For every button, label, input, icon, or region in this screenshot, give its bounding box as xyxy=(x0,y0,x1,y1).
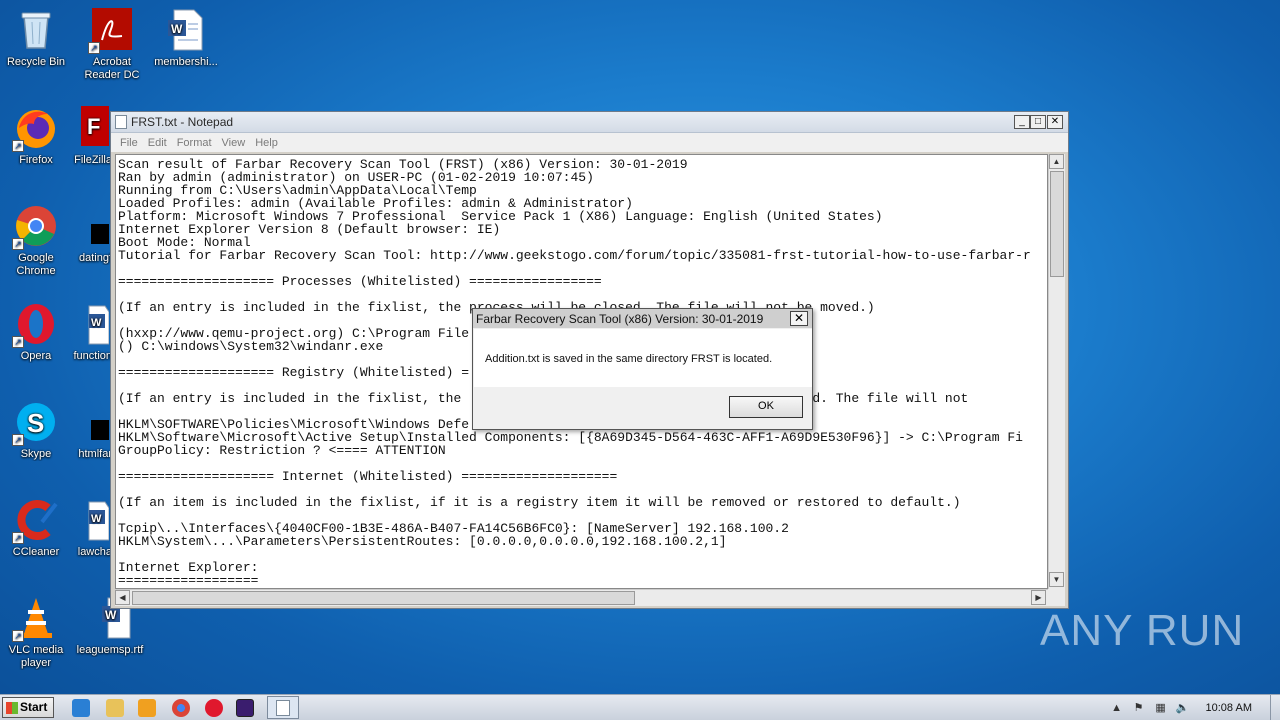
system-tray: ▲ ⚑ ▦ 🔈 10:08 AM xyxy=(1110,695,1280,720)
dialog-close-button[interactable]: ✕ xyxy=(790,311,808,326)
desktop-icon-label: VLC media player xyxy=(8,644,64,669)
chrome-taskbar-icon[interactable] xyxy=(172,699,190,717)
svg-text:W: W xyxy=(105,608,117,622)
desktop-icon-acrobat[interactable]: ↗ Acrobat Reader DC xyxy=(76,8,148,82)
desktop-icon-htmlfar[interactable]: htmlfar xyxy=(62,416,112,461)
svg-text:W: W xyxy=(91,317,102,329)
desktop-icon-membership-doc[interactable]: W membershi... xyxy=(150,8,222,69)
scroll-up-button[interactable]: ▲ xyxy=(1049,154,1064,169)
scroll-down-button[interactable]: ▼ xyxy=(1049,572,1064,587)
desktop-icon-label: Recycle Bin xyxy=(6,56,66,68)
desktop-icon-datingf[interactable]: datingf xyxy=(62,220,112,265)
desktop-icon-label: lawcha xyxy=(77,546,112,558)
media-player-icon[interactable] xyxy=(138,699,156,717)
dialog-body: Addition.txt is saved in the same direct… xyxy=(474,329,812,387)
menu-format[interactable]: Format xyxy=(172,137,217,149)
scroll-left-button[interactable]: ◀ xyxy=(115,590,130,605)
start-button[interactable]: Start xyxy=(2,697,54,718)
desktop-icon-label: htmlfar xyxy=(78,448,112,460)
menu-view[interactable]: View xyxy=(217,137,251,149)
notepad-titlebar[interactable]: FRST.txt - Notepad xyxy=(111,112,1068,133)
vertical-scroll-thumb[interactable] xyxy=(1050,171,1064,277)
opera-taskbar-icon[interactable] xyxy=(205,699,223,717)
desktop-icon-label: membershi... xyxy=(154,56,218,68)
horizontal-scroll-thumb[interactable] xyxy=(132,591,635,605)
desktop-icon-label: FileZilla xyxy=(74,154,112,166)
vlc-cone-icon: ↗ xyxy=(12,596,58,642)
svg-text:W: W xyxy=(171,22,183,36)
desktop-icon-label: datingf xyxy=(78,252,112,264)
svg-text:W: W xyxy=(91,513,102,525)
svg-text:S: S xyxy=(27,408,44,438)
notepad-taskbar-icon xyxy=(276,700,290,716)
menubar: File Edit Format View Help xyxy=(111,133,1068,152)
start-label: Start xyxy=(20,700,48,714)
anyrun-watermark: ANY RUN xyxy=(1040,606,1245,655)
black-file-icon xyxy=(65,220,109,248)
acrobat-icon: ↗ xyxy=(88,8,134,54)
desktop-icon-vlc[interactable]: ↗ VLC media player xyxy=(0,596,72,670)
minimize-button[interactable]: _ xyxy=(1014,115,1030,129)
desktop-icon-label: function xyxy=(73,350,112,362)
desktop-icon-label: leaguemsp.rtf xyxy=(76,644,144,656)
black-file-icon xyxy=(65,416,109,444)
desktop-icon-filezilla[interactable]: F FileZilla xyxy=(62,106,112,167)
taskbar-clock[interactable]: 10:08 AM xyxy=(1206,702,1252,714)
menu-edit[interactable]: Edit xyxy=(143,137,172,149)
dialog-titlebar[interactable]: Farbar Recovery Scan Tool (x86) Version:… xyxy=(473,309,812,328)
skype-icon: S ↗ xyxy=(12,400,58,446)
volume-icon[interactable]: 🔈 xyxy=(1176,701,1190,715)
taskbar: Start ▲ ⚑ ▦ 🔈 10:08 AM xyxy=(0,694,1280,720)
window-title: FRST.txt - Notepad xyxy=(131,115,234,129)
word-document-icon: W xyxy=(65,498,110,542)
vertical-scrollbar[interactable]: ▲ ▼ xyxy=(1048,154,1065,589)
action-center-flag-icon[interactable]: ⚑ xyxy=(1132,701,1146,715)
horizontal-scrollbar[interactable]: ◀ ▶ xyxy=(115,589,1048,606)
internet-explorer-icon[interactable] xyxy=(72,699,90,717)
svg-text:F: F xyxy=(87,114,100,139)
scroll-right-button[interactable]: ▶ xyxy=(1031,590,1046,605)
desktop-icon-label: Acrobat Reader DC xyxy=(84,56,140,81)
desktop-icon-lawcha[interactable]: W lawcha xyxy=(62,498,112,559)
desktop-icon-recycle-bin[interactable]: Recycle Bin xyxy=(0,8,72,69)
ccleaner-icon: ↗ xyxy=(12,498,58,544)
show-hidden-icons-icon[interactable]: ▲ xyxy=(1110,701,1124,715)
close-button[interactable]: ✕ xyxy=(1047,115,1063,129)
maximize-button[interactable]: □ xyxy=(1030,115,1046,129)
windows-logo-icon xyxy=(6,702,18,714)
menu-file[interactable]: File xyxy=(115,137,143,149)
chrome-icon: ↗ xyxy=(12,204,58,250)
dialog-message: Addition.txt is saved in the same direct… xyxy=(485,353,773,365)
desktop-icon-function[interactable]: W function xyxy=(62,302,112,363)
word-document-icon: W xyxy=(164,8,208,52)
dialog-title: Farbar Recovery Scan Tool (x86) Version:… xyxy=(476,311,764,326)
folder-icon[interactable] xyxy=(106,699,124,717)
filezilla-icon: F xyxy=(65,106,109,150)
ok-button[interactable]: OK xyxy=(729,396,803,418)
size-grip[interactable] xyxy=(1048,589,1065,606)
network-icon[interactable]: ▦ xyxy=(1154,701,1168,715)
firefox-icon: ↗ xyxy=(12,106,58,152)
taskbar-notepad-button[interactable] xyxy=(267,696,299,719)
opera-icon: ↗ xyxy=(12,302,58,348)
notepad-app-icon xyxy=(115,115,127,129)
word-document-icon: W xyxy=(65,302,110,346)
recycle-bin-icon xyxy=(14,8,58,52)
frst-message-dialog[interactable]: Farbar Recovery Scan Tool (x86) Version:… xyxy=(472,308,813,430)
show-desktop-button[interactable] xyxy=(1270,695,1280,720)
menu-help[interactable]: Help xyxy=(250,137,283,149)
frst-taskbar-icon[interactable] xyxy=(236,699,254,717)
